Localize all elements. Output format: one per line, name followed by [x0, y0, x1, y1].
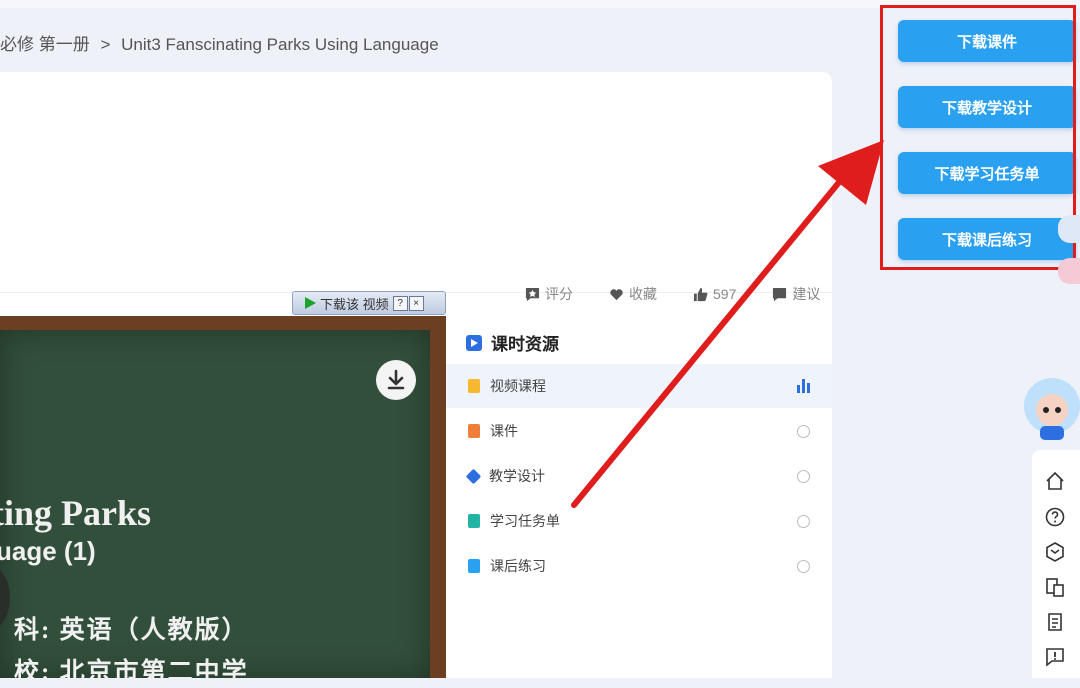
help-circle-icon[interactable]	[1044, 506, 1066, 528]
resource-heading: 课时资源	[466, 330, 559, 355]
status-circle-icon	[797, 424, 810, 438]
resource-item-teaching-design[interactable]: 教学设计	[446, 454, 832, 498]
resource-panel: 课时资源 视频课程 课件 教学设计 学习任务单 课后练习	[446, 316, 832, 678]
cube-icon[interactable]	[1044, 541, 1066, 563]
feedback-icon[interactable]	[1044, 646, 1066, 668]
rate-button[interactable]: 评分	[525, 284, 573, 304]
chalkboard-frame: ting Parks uage (1) 科: 英语（人教版） 校: 北京市第二中…	[0, 330, 430, 686]
video-play-icon	[466, 334, 482, 351]
play-overlay[interactable]	[0, 566, 10, 630]
video-course-icon	[468, 379, 480, 393]
breadcrumb-book[interactable]: 必修 第一册	[0, 35, 90, 54]
video-download-toolbar[interactable]: 下载该 视频 ? ×	[292, 291, 446, 315]
suggest-button[interactable]: 建议	[772, 284, 820, 304]
like-count: 597	[713, 286, 737, 302]
resource-item-label: 课件	[490, 423, 518, 439]
resource-heading-label: 课时资源	[491, 335, 559, 354]
suggest-icon	[773, 287, 787, 301]
action-bar: 评分 收藏 597 建议	[525, 284, 856, 304]
status-circle-icon	[797, 514, 810, 528]
ppt-icon	[468, 424, 480, 438]
download-icon	[387, 369, 405, 390]
thumbs-up-icon	[693, 287, 708, 301]
home-icon[interactable]	[1044, 470, 1066, 492]
design-tools-icon	[465, 468, 482, 484]
like-button[interactable]: 597	[693, 284, 736, 304]
document-icon[interactable]	[1044, 611, 1066, 633]
board-title: ting Parks	[0, 493, 152, 533]
heart-icon	[610, 288, 623, 300]
close-button[interactable]: ×	[408, 295, 424, 311]
assistant-avatar[interactable]	[1018, 372, 1080, 442]
highlight-box	[880, 5, 1076, 270]
resource-item-label: 视频课程	[490, 378, 546, 394]
board-subtitle: uage (1)	[0, 536, 96, 566]
playing-bars-icon	[797, 379, 810, 393]
resource-item-video[interactable]: 视频课程	[446, 364, 832, 408]
breadcrumb-lesson: Unit3 Fanscinating Parks Using Language	[121, 35, 439, 54]
exercise-doc-icon	[468, 559, 480, 573]
video-download-button[interactable]	[376, 360, 416, 400]
rate-label: 评分	[545, 286, 573, 302]
copy-icon[interactable]	[1044, 576, 1066, 598]
favorite-label: 收藏	[629, 286, 657, 302]
breadcrumb-separator: >	[100, 35, 111, 54]
suggest-label: 建议	[792, 286, 821, 302]
play-icon	[305, 297, 316, 309]
resource-item-task-sheet[interactable]: 学习任务单	[446, 499, 832, 543]
video-player[interactable]: ting Parks uage (1) 科: 英语（人教版） 校: 北京市第二中…	[0, 316, 446, 686]
favorite-button[interactable]: 收藏	[609, 284, 657, 304]
video-download-label[interactable]: 下载该 视频	[320, 294, 389, 313]
rate-icon	[525, 287, 540, 301]
grid-icon[interactable]	[1058, 215, 1080, 243]
status-circle-icon	[797, 559, 810, 573]
help-button[interactable]: ?	[392, 295, 408, 311]
resource-item-label: 教学设计	[489, 468, 545, 484]
board-subject: 科: 英语（人教版）	[14, 617, 249, 644]
checkin-icon[interactable]	[1058, 258, 1080, 284]
resource-item-label: 课后练习	[490, 558, 546, 574]
resource-item-courseware[interactable]: 课件	[446, 409, 832, 453]
breadcrumb: 必修 第一册 > Unit3 Fanscinating Parks Using …	[0, 30, 445, 55]
resource-item-exercise[interactable]: 课后练习	[446, 544, 832, 588]
board-school: 校: 北京市第二中学	[14, 659, 249, 686]
resource-item-label: 学习任务单	[490, 513, 560, 529]
status-circle-icon	[797, 469, 810, 483]
clipboard-icon	[468, 514, 480, 528]
